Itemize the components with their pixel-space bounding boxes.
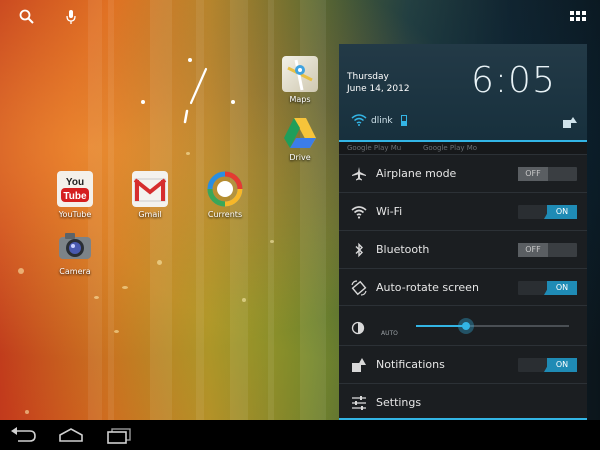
brightness-auto-label[interactable]: AUTO: [381, 330, 398, 337]
bluetooth-label: Bluetooth: [376, 243, 430, 256]
quick-settings-panel[interactable]: Thursday June 14, 2012 6:05 dlink Google…: [339, 44, 587, 420]
wifi-network-name: dlink: [371, 116, 393, 126]
notifications-toggle[interactable]: ON: [518, 358, 577, 372]
wifi-row[interactable]: Wi-Fi ON: [339, 192, 587, 231]
gmail-icon: [132, 171, 168, 207]
auto-rotate-toggle[interactable]: ON: [518, 281, 577, 295]
app-label: Gmail: [138, 210, 162, 219]
toggle-state: ON: [547, 281, 577, 295]
app-gmail[interactable]: Gmail: [118, 171, 182, 219]
auto-rotate-label: Auto-rotate screen: [376, 281, 479, 294]
auto-rotate-row[interactable]: Auto-rotate screen ON: [339, 268, 587, 307]
bluetooth-icon: [351, 242, 367, 258]
app-maps[interactable]: Maps: [268, 56, 332, 104]
app-currents[interactable]: Currents: [193, 171, 257, 219]
toggle-state: OFF: [518, 243, 548, 257]
bluetooth-row[interactable]: Bluetooth OFF: [339, 230, 587, 269]
drive-icon: [282, 114, 318, 150]
toggle-state: ON: [547, 205, 577, 219]
airplane-icon: [351, 166, 367, 182]
airplane-mode-label: Airplane mode: [376, 167, 457, 180]
notifications-icon: [351, 357, 367, 373]
camera-icon: [57, 228, 93, 264]
settings-row[interactable]: Settings: [339, 383, 587, 419]
app-camera[interactable]: Camera: [43, 228, 107, 276]
app-label: YouTube: [58, 210, 92, 219]
notifications-label: Notifications: [376, 358, 445, 371]
navigation-bar: [0, 420, 600, 450]
panel-header: Thursday June 14, 2012 6:05 dlink: [339, 44, 587, 141]
analog-clock-widget[interactable]: [135, 55, 245, 165]
peek-item: Google Play Mu: [347, 144, 402, 152]
battery-icon: [401, 115, 407, 126]
brightness-row[interactable]: AUTO: [339, 305, 587, 346]
app-youtube[interactable]: You Tube YouTube: [43, 171, 107, 219]
currents-icon: [207, 171, 243, 207]
wifi-signal-icon: [351, 114, 367, 129]
settings-shortcut-icon[interactable]: [563, 114, 577, 133]
recents-icon[interactable]: [104, 426, 134, 444]
back-icon[interactable]: [8, 426, 38, 444]
brightness-slider[interactable]: [416, 318, 569, 334]
app-label: Drive: [289, 153, 311, 162]
airplane-mode-toggle[interactable]: OFF: [518, 167, 577, 181]
grid-icon[interactable]: [570, 10, 588, 28]
brightness-icon: [351, 320, 365, 339]
svg-text:Tube: Tube: [63, 191, 87, 202]
date-text: June 14, 2012: [347, 84, 410, 94]
rotate-icon: [351, 280, 367, 296]
toggle-state: OFF: [518, 167, 548, 181]
wifi-label: Wi-Fi: [376, 205, 403, 218]
notifications-row[interactable]: Notifications ON: [339, 345, 587, 384]
airplane-mode-row[interactable]: Airplane mode OFF: [339, 154, 587, 193]
peek-item: Google Play Mo: [423, 144, 478, 152]
youtube-icon: You Tube: [57, 171, 93, 207]
toggle-state: ON: [547, 358, 577, 372]
bluetooth-toggle[interactable]: OFF: [518, 243, 577, 257]
app-label: Currents: [207, 210, 243, 219]
app-label: Maps: [289, 95, 311, 104]
settings-label: Settings: [376, 396, 422, 409]
search-icon[interactable]: [18, 8, 36, 26]
settings-sliders-icon: [351, 395, 367, 411]
app-label: Camera: [59, 267, 91, 276]
wifi-toggle[interactable]: ON: [518, 205, 577, 219]
brightness-slider-thumb[interactable]: [458, 318, 475, 334]
date-day: Thursday: [347, 72, 389, 82]
notification-peek: Google Play Mu Google Play Mo: [339, 142, 587, 154]
app-drive[interactable]: Drive: [268, 114, 332, 162]
wifi-icon: [351, 204, 367, 220]
maps-icon: [282, 56, 318, 92]
home-icon[interactable]: [56, 426, 86, 444]
svg-text:You: You: [66, 177, 84, 188]
clock-time: 6:05: [471, 60, 556, 101]
mic-icon[interactable]: [62, 8, 80, 26]
